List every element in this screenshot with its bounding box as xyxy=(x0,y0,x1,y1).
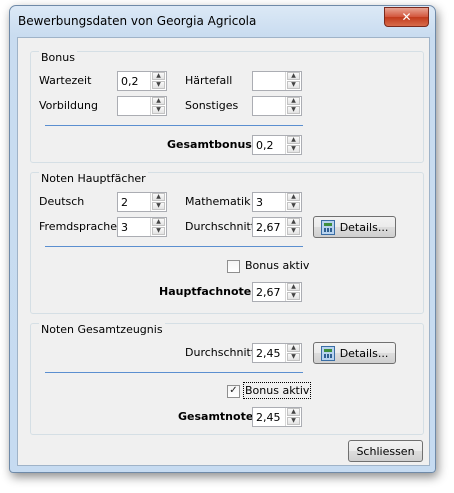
durchschnitt-gesamt-label: Durchschnitt xyxy=(185,346,256,359)
dialog-window: Bewerbungsdaten von Georgia Agricola ✕ B… xyxy=(9,5,436,473)
bonus-aktiv-gesamt-checkbox[interactable]: ✓ xyxy=(227,385,240,398)
spin-up-icon[interactable]: ▲ xyxy=(287,72,300,80)
group-hauptfaecher-title: Noten Hauptfächer xyxy=(39,172,148,185)
sonstiges-label: Sonstiges xyxy=(185,99,239,112)
spin-up-icon[interactable]: ▲ xyxy=(152,97,165,105)
spin-down-icon[interactable]: ▼ xyxy=(152,106,165,114)
gesamtnote-label: Gesamtnote xyxy=(178,410,254,423)
spin-up-icon[interactable]: ▲ xyxy=(287,283,300,291)
title-bar[interactable]: Bewerbungsdaten von Georgia Agricola ✕ xyxy=(10,6,435,36)
spin-down-icon[interactable]: ▼ xyxy=(152,202,165,210)
spin-up-icon[interactable]: ▲ xyxy=(287,344,300,352)
schliessen-button[interactable]: Schliessen xyxy=(348,440,423,462)
calculator-icon xyxy=(320,345,335,361)
mathematik-value: 3 xyxy=(256,196,263,209)
durchschnitt-haupt-label: Durchschnitt xyxy=(185,220,256,233)
group-bonus-title: Bonus xyxy=(39,51,77,64)
details-haupt-button[interactable]: Details... xyxy=(313,216,396,238)
spin-down-icon[interactable]: ▼ xyxy=(152,227,165,235)
spin-up-icon[interactable]: ▲ xyxy=(287,136,300,144)
group-gesamtzeugnis-title: Noten Gesamtzeugnis xyxy=(39,323,165,336)
gesamtnote-value: 2,45 xyxy=(256,411,281,424)
group-gesamtzeugnis: Noten Gesamtzeugnis Durchschnitt 2,45 ▲ ▼… xyxy=(30,323,424,435)
separator xyxy=(45,125,303,126)
spin-down-icon[interactable]: ▼ xyxy=(287,353,300,361)
wartezeit-label: Wartezeit xyxy=(39,74,92,87)
vorbildung-label: Vorbildung xyxy=(39,99,98,112)
group-hauptfaecher: Noten Hauptfächer Deutsch 2 ▲ ▼ Mathemati… xyxy=(30,172,424,314)
spin-down-icon[interactable]: ▼ xyxy=(287,292,300,300)
mathematik-spinner[interactable]: 3 ▲ ▼ xyxy=(252,192,302,212)
window-close-button[interactable]: ✕ xyxy=(384,7,429,27)
spin-down-icon[interactable]: ▼ xyxy=(152,81,165,89)
details-haupt-label: Details... xyxy=(339,220,389,234)
spin-down-icon[interactable]: ▼ xyxy=(287,145,300,153)
wartezeit-spinner[interactable]: 0,2 ▲ ▼ xyxy=(117,71,167,91)
schliessen-label: Schliessen xyxy=(356,444,415,458)
gesamtnote-spinner[interactable]: 2,45 ▲ ▼ xyxy=(252,407,302,427)
group-bonus: Bonus Wartezeit 0,2 ▲ ▼ Härtefall ▲ ▼ Vorb… xyxy=(30,51,424,163)
window-title: Bewerbungsdaten von Georgia Agricola xyxy=(18,14,257,28)
spin-up-icon[interactable]: ▲ xyxy=(152,193,165,201)
spin-up-icon[interactable]: ▲ xyxy=(287,97,300,105)
deutsch-value: 2 xyxy=(121,196,128,209)
gesamtbonus-label: Gesamtbonus xyxy=(167,138,252,151)
spin-down-icon[interactable]: ▼ xyxy=(287,417,300,425)
durchschnitt-gesamt-value: 2,45 xyxy=(256,347,281,360)
spin-down-icon[interactable]: ▼ xyxy=(287,202,300,210)
hauptfachnote-label: Hauptfachnote xyxy=(159,285,252,298)
sonstiges-spinner[interactable]: ▲ ▼ xyxy=(252,96,302,116)
haertefall-spinner[interactable]: ▲ ▼ xyxy=(252,71,302,91)
haertefall-label: Härtefall xyxy=(185,74,233,87)
fremdsprache-spinner[interactable]: 3 ▲ ▼ xyxy=(117,217,167,237)
spin-up-icon[interactable]: ▲ xyxy=(287,408,300,416)
bonus-aktiv-haupt-checkbox[interactable] xyxy=(227,260,240,273)
spin-up-icon[interactable]: ▲ xyxy=(152,218,165,226)
details-gesamt-label: Details... xyxy=(339,346,389,360)
details-gesamt-button[interactable]: Details... xyxy=(313,342,396,364)
wartezeit-value: 0,2 xyxy=(121,75,139,88)
mathematik-label: Mathematik xyxy=(185,195,251,208)
bonus-aktiv-gesamt-label[interactable]: Bonus aktiv xyxy=(242,382,312,399)
durchschnitt-haupt-spinner[interactable]: 2,67 ▲ ▼ xyxy=(252,217,302,237)
spin-down-icon[interactable]: ▼ xyxy=(287,227,300,235)
checkmark-icon: ✓ xyxy=(229,385,238,396)
spin-up-icon[interactable]: ▲ xyxy=(287,218,300,226)
close-icon: ✕ xyxy=(401,10,412,24)
gesamtbonus-value: 0,2 xyxy=(256,139,274,152)
hauptfachnote-value: 2,67 xyxy=(256,286,281,299)
separator xyxy=(45,372,303,373)
deutsch-label: Deutsch xyxy=(39,195,85,208)
fremdsprache-label: Fremdsprache xyxy=(39,220,118,233)
separator xyxy=(45,246,303,247)
gesamtbonus-spinner[interactable]: 0,2 ▲ ▼ xyxy=(252,135,302,155)
spin-down-icon[interactable]: ▼ xyxy=(287,106,300,114)
bonus-aktiv-haupt-label[interactable]: Bonus aktiv xyxy=(245,259,309,272)
spin-up-icon[interactable]: ▲ xyxy=(152,72,165,80)
deutsch-spinner[interactable]: 2 ▲ ▼ xyxy=(117,192,167,212)
fremdsprache-value: 3 xyxy=(121,221,128,234)
dialog-client-area: Bonus Wartezeit 0,2 ▲ ▼ Härtefall ▲ ▼ Vorb… xyxy=(17,37,430,466)
durchschnitt-gesamt-spinner[interactable]: 2,45 ▲ ▼ xyxy=(252,343,302,363)
spin-down-icon[interactable]: ▼ xyxy=(287,81,300,89)
durchschnitt-haupt-value: 2,67 xyxy=(256,221,281,234)
vorbildung-spinner[interactable]: ▲ ▼ xyxy=(117,96,167,116)
spin-up-icon[interactable]: ▲ xyxy=(287,193,300,201)
hauptfachnote-spinner[interactable]: 2,67 ▲ ▼ xyxy=(252,282,302,302)
calculator-icon xyxy=(320,219,335,235)
